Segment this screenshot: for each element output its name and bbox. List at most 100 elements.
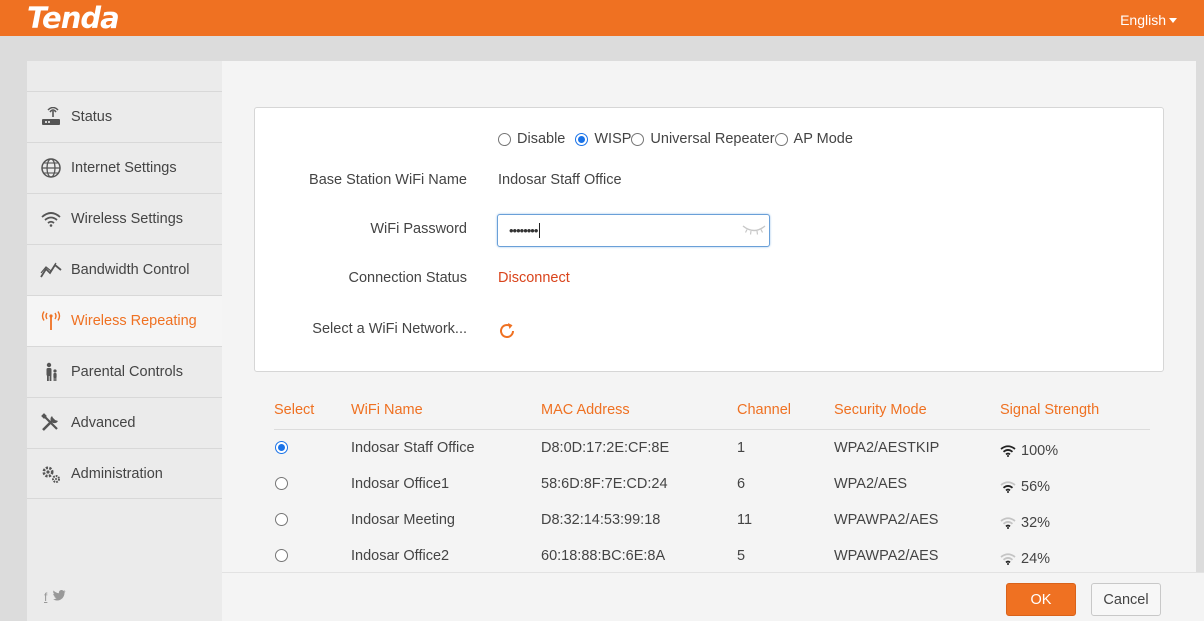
eye-closed-icon[interactable] <box>741 223 767 242</box>
router-icon <box>27 107 71 127</box>
mac-address-cell: 58:6D:8F:7E:CD:24 <box>541 476 668 492</box>
wifi-signal-icon <box>1000 445 1016 457</box>
wifi-name-cell: Indosar Office2 <box>351 548 450 564</box>
gears-icon <box>27 464 71 484</box>
parent-child-icon <box>27 362 71 382</box>
sidebar-item-wireless-repeating[interactable]: Wireless Repeating <box>27 295 222 346</box>
mode-option-ap-mode[interactable]: AP Mode <box>774 131 853 147</box>
sidebar-item-status[interactable]: Status <box>27 91 222 142</box>
mode-label: WISP <box>594 131 632 147</box>
select-network-label: Select a WiFi Network... <box>312 321 467 337</box>
wifi-name-cell: Indosar Meeting <box>351 512 455 528</box>
refresh-icon[interactable] <box>497 321 517 346</box>
antenna-icon <box>27 311 71 331</box>
chevron-down-icon <box>1169 18 1177 23</box>
row-select-radio[interactable] <box>275 549 288 562</box>
security-mode-cell: WPA2/AES <box>834 476 908 492</box>
globe-icon <box>27 157 71 179</box>
sidebar-item-label: Advanced <box>71 415 136 431</box>
mode-label: Disable <box>517 131 566 147</box>
sidebar-item-administration[interactable]: Administration <box>27 448 222 499</box>
top-bar: Tenda English <box>0 0 1204 36</box>
column-header-wifi-name: WiFi Name <box>351 402 423 418</box>
sidebar-item-label: Parental Controls <box>71 364 184 380</box>
column-header-signal-strength: Signal Strength <box>1000 402 1100 418</box>
wifi-password-input[interactable]: •••••••• <box>497 214 770 247</box>
signal-strength-cell: 24% <box>1000 551 1050 567</box>
mode-label: AP Mode <box>793 131 853 147</box>
cancel-button[interactable]: Cancel <box>1091 583 1161 616</box>
language-selector[interactable]: English <box>1120 12 1177 28</box>
sidebar-item-label: Status <box>71 109 113 125</box>
wifi-name-cell: Indosar Staff Office <box>351 440 475 456</box>
mode-option-wisp[interactable]: WISP <box>575 131 631 147</box>
password-mask: •••••••• <box>509 223 541 238</box>
column-header-security-mode: Security Mode <box>834 402 927 418</box>
ok-button[interactable]: OK <box>1006 583 1076 616</box>
radio-button[interactable] <box>774 132 788 146</box>
wifi-password-label: WiFi Password <box>370 221 467 237</box>
sidebar-item-label: Wireless Settings <box>71 211 184 227</box>
row-select-radio[interactable] <box>275 477 288 490</box>
language-label: English <box>1120 12 1166 28</box>
twitter-icon[interactable] <box>53 590 66 604</box>
wifi-signal-icon <box>1000 553 1016 565</box>
base-station-label: Base Station WiFi Name <box>309 172 467 188</box>
security-mode-cell: WPAWPA2/AES <box>834 548 939 564</box>
mode-option-universal-repeater[interactable]: Universal Repeater <box>631 131 775 147</box>
footer-bar: OK Cancel <box>222 572 1204 621</box>
table-row[interactable]: Indosar Meeting D8:32:14:53:99:18 11 WPA… <box>274 502 1150 538</box>
wifi-signal-icon <box>1000 517 1016 529</box>
sidebar-item-wireless-settings[interactable]: Wireless Settings <box>27 193 222 244</box>
connection-status-label: Connection Status <box>348 270 468 286</box>
facebook-icon[interactable]: f <box>44 590 47 604</box>
channel-cell: 5 <box>737 548 746 564</box>
mac-address-cell: D8:32:14:53:99:18 <box>541 512 661 528</box>
main-panel: Disable WISP Universal Repeater AP Mode … <box>222 61 1196 621</box>
channel-cell: 6 <box>737 476 746 492</box>
mode-label: Universal Repeater <box>650 131 775 147</box>
table-row[interactable]: Indosar Office2 60:18:88:BC:6E:8A 5 WPAW… <box>274 538 1150 574</box>
sidebar-item-advanced[interactable]: Advanced <box>27 397 222 448</box>
table-row[interactable]: Indosar Office1 58:6D:8F:7E:CD:24 6 WPA2… <box>274 466 1150 502</box>
radio-button[interactable] <box>631 132 645 146</box>
sidebar: Status Internet Settings Wireless Settin… <box>27 61 222 621</box>
wifi-name-cell: Indosar Office1 <box>351 476 450 492</box>
column-header-mac-address: MAC Address <box>541 402 630 418</box>
sidebar-item-label: Administration <box>71 465 163 482</box>
table-header: Select WiFi Name MAC Address Channel Sec… <box>274 398 1150 430</box>
connection-status-value: Disconnect <box>498 270 570 286</box>
base-station-value: Indosar Staff Office <box>498 172 622 188</box>
tools-icon <box>27 413 71 433</box>
channel-cell: 1 <box>737 440 746 456</box>
row-select-radio[interactable] <box>275 441 288 454</box>
sidebar-item-label: Wireless Repeating <box>71 313 197 329</box>
mode-selector: Disable WISP Universal Repeater AP Mode <box>498 131 853 147</box>
sidebar-item-internet-settings[interactable]: Internet Settings <box>27 142 222 193</box>
sidebar-item-label: Internet Settings <box>71 160 177 176</box>
column-header-channel: Channel <box>737 402 792 418</box>
bandwidth-chart-icon <box>27 261 71 279</box>
radio-button-selected[interactable] <box>575 132 589 146</box>
wifi-icon <box>27 210 71 228</box>
mode-option-disable[interactable]: Disable <box>498 131 565 147</box>
repeater-settings-card: Disable WISP Universal Repeater AP Mode … <box>254 107 1164 372</box>
tenda-logo: Tenda <box>27 1 120 35</box>
mac-address-cell: 60:18:88:BC:6E:8A <box>541 548 666 564</box>
sidebar-item-parental-controls[interactable]: Parental Controls <box>27 346 222 397</box>
social-links: f <box>44 590 66 604</box>
security-mode-cell: WPAWPA2/AES <box>834 512 939 528</box>
radio-button[interactable] <box>498 132 511 146</box>
wifi-signal-icon <box>1000 481 1016 493</box>
signal-strength-cell: 32% <box>1000 515 1050 531</box>
signal-strength-cell: 56% <box>1000 479 1050 495</box>
sidebar-item-label: Bandwidth Control <box>71 262 190 278</box>
security-mode-cell: WPA2/AESTKIP <box>834 440 940 456</box>
sidebar-item-bandwidth-control[interactable]: Bandwidth Control <box>27 244 222 295</box>
signal-strength-cell: 100% <box>1000 443 1058 459</box>
channel-cell: 11 <box>737 512 753 528</box>
table-row[interactable]: Indosar Staff Office D8:0D:17:2E:CF:8E 1… <box>274 430 1150 466</box>
wifi-network-table: Select WiFi Name MAC Address Channel Sec… <box>274 398 1150 574</box>
mac-address-cell: D8:0D:17:2E:CF:8E <box>541 440 670 456</box>
row-select-radio[interactable] <box>275 513 288 526</box>
